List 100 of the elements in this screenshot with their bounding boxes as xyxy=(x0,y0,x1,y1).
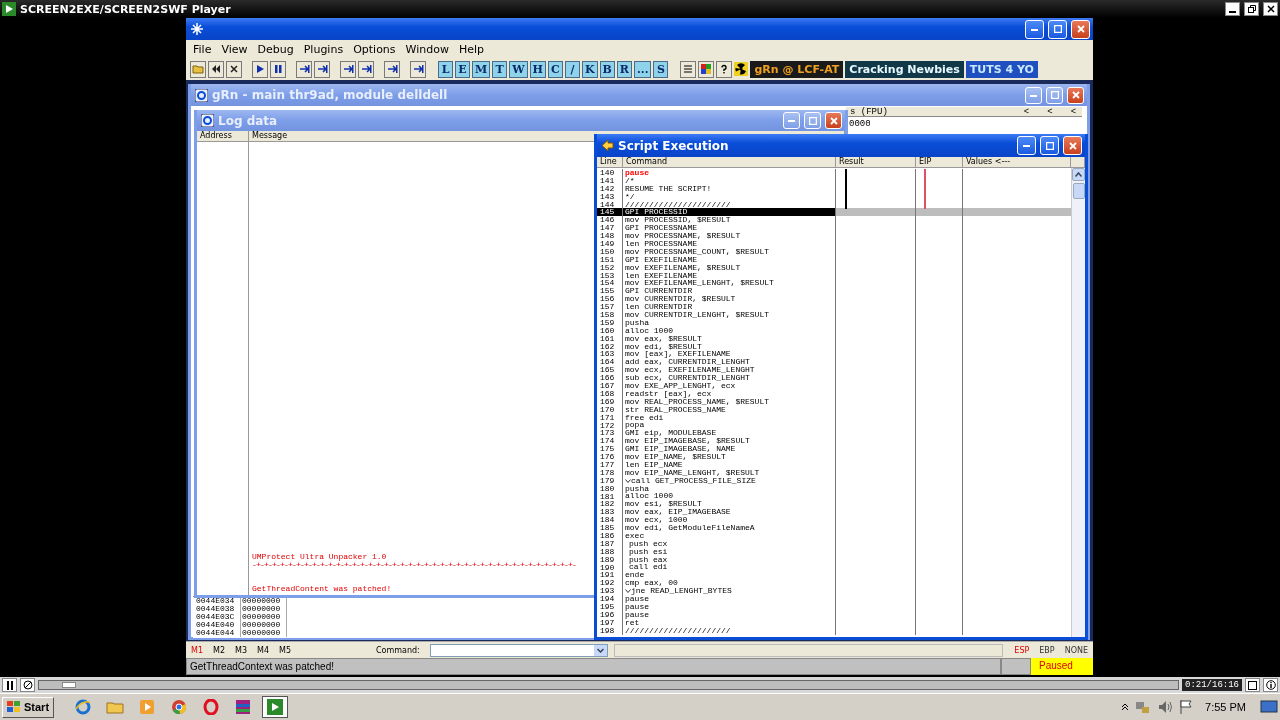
script-command[interactable]: len EIP_NAME xyxy=(623,460,836,469)
colors-button[interactable] xyxy=(698,60,715,78)
menu-item[interactable]: Help xyxy=(453,42,490,56)
fullscreen-button[interactable] xyxy=(1245,678,1260,692)
script-command[interactable]: push esi xyxy=(623,547,836,556)
help-button[interactable] xyxy=(716,60,733,78)
script-command[interactable]: ret xyxy=(623,618,836,627)
mark-button[interactable]: M1 xyxy=(186,645,208,655)
script-command[interactable]: pause xyxy=(623,610,836,619)
window-letter-button[interactable]: M xyxy=(472,60,491,78)
maximize-button[interactable] xyxy=(1040,136,1059,155)
window-letter-button[interactable]: R xyxy=(616,60,632,78)
show-hidden-icon[interactable] xyxy=(1121,703,1130,711)
scroll-up-button[interactable] xyxy=(1072,168,1085,181)
fold-icon[interactable] xyxy=(625,588,631,595)
rewind-button[interactable] xyxy=(208,60,224,78)
script-command[interactable]: push ecx xyxy=(623,539,836,548)
script-command[interactable]: RESUME THE SCRIPT! xyxy=(623,184,836,193)
register-button[interactable]: EBP xyxy=(1034,645,1060,655)
register-button[interactable]: ESP xyxy=(1009,645,1035,655)
close-button[interactable] xyxy=(1263,2,1278,16)
register-button[interactable]: NONE xyxy=(1059,645,1093,655)
script-command[interactable]: alloc 1000 xyxy=(623,326,836,335)
script-command[interactable]: mov PROCESSNAME, $RESULT xyxy=(623,232,836,240)
script-command[interactable]: jne READ_LENGHT_BYTES xyxy=(623,587,836,596)
script-command[interactable]: mov edi, GetModuleFileNameA xyxy=(623,524,836,532)
window-letter-button[interactable]: W xyxy=(509,60,528,78)
window-letter-button[interactable]: E xyxy=(455,60,470,78)
script-command[interactable]: ende xyxy=(623,571,836,580)
window-letter-button[interactable]: C xyxy=(547,60,563,78)
speaker-icon[interactable] xyxy=(1157,699,1174,715)
script-command[interactable]: mov PROCESSID, $RESULT xyxy=(623,216,836,225)
script-command[interactable]: */ xyxy=(623,192,836,201)
scroll-arrow[interactable]: < xyxy=(1047,106,1053,117)
script-command[interactable]: pause xyxy=(623,169,836,177)
script-command[interactable]: GPI EXEFILENAME xyxy=(623,255,836,264)
show-desktop-icon[interactable] xyxy=(1260,699,1278,715)
maximize-button[interactable] xyxy=(1046,86,1063,104)
script-command[interactable]: pause xyxy=(623,595,836,603)
scroll-arrow[interactable]: < xyxy=(1023,106,1030,117)
script-command[interactable]: pusha xyxy=(623,318,836,327)
script-command[interactable]: mov eax, EIP_IMAGEBASE xyxy=(623,508,836,517)
script-command[interactable]: mov CURRENTDIR, $RESULT xyxy=(623,295,836,304)
menu-item[interactable]: View xyxy=(216,42,253,56)
script-command[interactable]: pause xyxy=(623,603,836,611)
player-task-button[interactable] xyxy=(262,696,289,718)
step-button[interactable] xyxy=(358,60,374,78)
script-command[interactable]: ////////////////////// xyxy=(623,626,836,635)
minimize-button[interactable] xyxy=(1225,2,1240,16)
script-command[interactable]: mov EIP_NAME_LENGHT, $RESULT xyxy=(623,468,836,477)
script-command[interactable]: len PROCESSNAME xyxy=(623,240,836,248)
script-command[interactable]: mov CURRENTDIR_LENGHT, $RESULT xyxy=(623,311,836,319)
script-command[interactable]: mov REAL_PROCESS_NAME, $RESULT xyxy=(623,397,836,406)
script-command[interactable]: len CURRENTDIR xyxy=(623,303,836,312)
scroll-arrow[interactable]: < xyxy=(1070,106,1077,117)
script-command[interactable]: popa xyxy=(623,421,836,430)
script-command[interactable]: mov EXE_APP_LENGHT, ecx xyxy=(623,382,836,390)
step-button[interactable] xyxy=(384,60,400,78)
script-command[interactable]: GPI PROCESSNAME xyxy=(623,224,836,233)
run-button[interactable] xyxy=(252,60,268,78)
window-letter-button[interactable]: B xyxy=(599,60,615,78)
script-command[interactable]: call edi xyxy=(623,563,836,572)
script-command[interactable]: readstr [eax], ecx xyxy=(623,389,836,398)
step-button[interactable] xyxy=(314,60,330,78)
close-file-button[interactable] xyxy=(226,60,242,78)
list-button[interactable] xyxy=(680,60,697,78)
script-command[interactable]: exec xyxy=(623,531,836,540)
menu-item[interactable]: File xyxy=(188,42,217,56)
menu-item[interactable]: Debug xyxy=(252,42,299,56)
script-command[interactable]: mov esi, $RESULT xyxy=(623,500,836,509)
pause-button[interactable] xyxy=(270,60,286,78)
scroll-thumb[interactable] xyxy=(1072,183,1085,199)
window-letter-button[interactable]: T xyxy=(492,60,508,78)
script-command[interactable]: call GET_PROCESS_FILE_SIZE xyxy=(623,476,836,485)
fold-icon[interactable] xyxy=(625,477,631,484)
restore-button[interactable] xyxy=(1244,2,1259,16)
scrollbar[interactable] xyxy=(1071,168,1085,637)
script-command[interactable]: mov EIP_IMAGEBASE, $RESULT xyxy=(623,437,836,446)
flag-icon[interactable] xyxy=(1179,699,1194,715)
window-letter-button[interactable]: / xyxy=(564,60,580,78)
mark-button[interactable]: M5 xyxy=(274,645,296,655)
script-command[interactable]: mov ecx, 1000 xyxy=(623,516,836,525)
command-field[interactable] xyxy=(429,643,608,657)
script-command[interactable]: cmp eax, 00 xyxy=(623,579,836,588)
script-command[interactable]: free edi xyxy=(623,413,836,422)
mark-button[interactable]: M4 xyxy=(252,645,274,655)
script-command[interactable]: mov EXEFILENAME, $RESULT xyxy=(623,263,836,272)
script-command[interactable]: mov [eax], EXEFILENAME xyxy=(623,350,836,359)
maximize-button[interactable] xyxy=(804,112,821,129)
script-command[interactable]: mov PROCESSNAME_COUNT, $RESULT xyxy=(623,247,836,256)
script-command[interactable]: mov EIP_NAME, $RESULT xyxy=(623,453,836,461)
step-button[interactable] xyxy=(296,60,312,78)
script-command[interactable]: pusha xyxy=(623,484,836,493)
script-command[interactable]: alloc 1000 xyxy=(623,492,836,501)
script-command[interactable]: mov eax, $RESULT xyxy=(623,334,836,343)
window-letter-button[interactable]: S xyxy=(653,60,669,78)
script-command[interactable]: GPI PROCESSID xyxy=(623,208,836,217)
mute-button[interactable] xyxy=(20,678,35,692)
script-command[interactable]: mov ecx, EXEFILENAME_LENGHT xyxy=(623,366,836,375)
info-button[interactable] xyxy=(1263,678,1278,692)
